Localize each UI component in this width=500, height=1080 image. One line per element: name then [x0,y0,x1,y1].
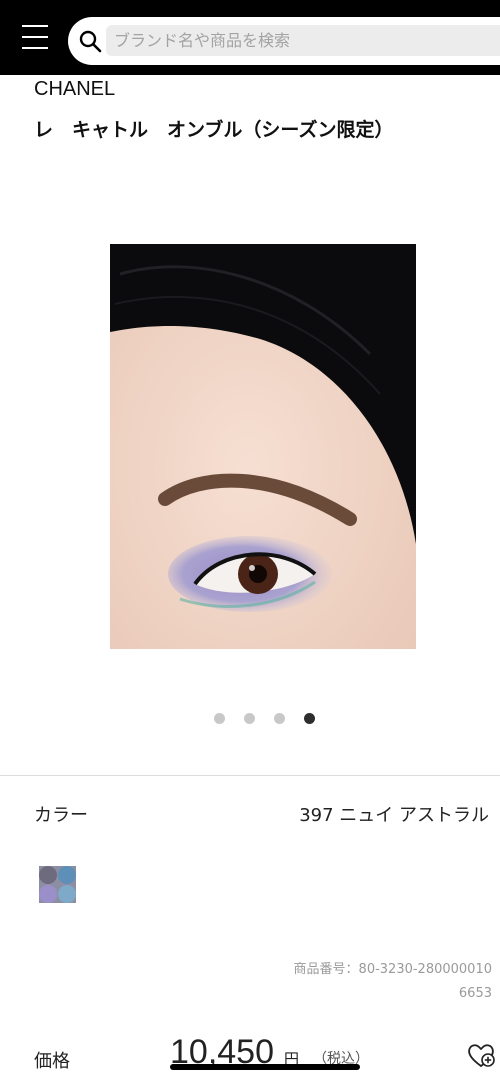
home-indicator [170,1064,360,1070]
color-swatch[interactable] [39,866,76,903]
carousel-dot[interactable] [244,713,255,724]
color-label: カラー [34,805,88,826]
product-code: 商品番号：80-3230-2800000106653 [293,962,492,1001]
price-label: 価格 [34,1051,70,1072]
section-divider [0,775,500,776]
carousel-dot[interactable] [274,713,285,724]
search-icon[interactable] [78,29,102,53]
carousel-dot[interactable] [214,713,225,724]
search-box[interactable] [68,17,500,65]
menu-button[interactable] [22,25,48,49]
header-bar [0,0,500,75]
menu-icon-bar [22,36,48,38]
menu-icon-bar [22,25,48,27]
carousel-dot-active[interactable] [304,713,315,724]
selected-color-name: 397 ニュイ アストラル [299,805,489,826]
menu-icon-bar [22,47,48,49]
brand-name[interactable]: CHANEL [34,78,115,101]
model-eye-photo [110,244,416,649]
product-image[interactable] [110,244,416,649]
product-title: レ キャトル オンブル（シーズン限定） [34,119,394,141]
search-input[interactable] [106,25,500,56]
image-carousel-dots [214,713,315,724]
heart-plus-icon[interactable] [466,1040,496,1070]
palette-swatch-image [39,866,76,903]
